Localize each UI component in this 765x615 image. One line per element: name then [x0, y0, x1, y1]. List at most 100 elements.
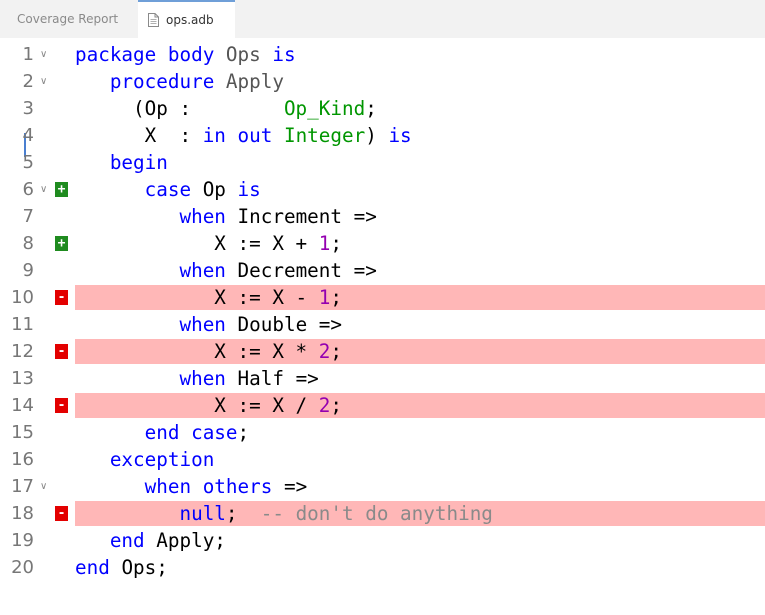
code-token: ; [225, 502, 261, 525]
code-text: case Op is [75, 176, 261, 203]
code-line[interactable]: 2 ∨ procedure Apply [0, 68, 765, 95]
line-number: 3 [22, 98, 34, 119]
code-token: exception [109, 448, 215, 471]
code-token: ; [330, 286, 342, 309]
code-token: 2 [318, 394, 331, 417]
fold-chevron-icon[interactable]: ∨ [40, 41, 47, 68]
line-number: 7 [22, 206, 34, 227]
code-token: when [179, 205, 238, 228]
fold-chevron-icon[interactable]: ∨ [40, 176, 47, 203]
code-line[interactable]: 5 begin [0, 149, 765, 176]
code-text: null; -- don't do anything [75, 500, 493, 527]
fold-chevron-icon[interactable]: ∨ [40, 473, 47, 500]
code-token: ; [365, 97, 377, 120]
tab-label: Coverage Report [17, 12, 119, 26]
uncovered-marker: - [55, 290, 68, 305]
line-number: 2 [22, 71, 34, 92]
code-text: X := X - 1; [75, 284, 342, 311]
uncovered-marker: - [55, 398, 68, 413]
covered-marker: + [55, 236, 68, 251]
code-line[interactable]: 16 exception [0, 446, 765, 473]
code-token: is [388, 124, 412, 147]
tab-coverage-report[interactable]: Coverage Report [0, 0, 138, 38]
code-line[interactable]: 6 ∨ + case Op is [0, 176, 765, 203]
line-number: 18 [11, 503, 34, 524]
code-editor[interactable]: 1 ∨ package body Ops is 2 ∨ procedure Apply 3… [0, 38, 765, 615]
code-token: Ops; [121, 556, 168, 579]
code-text: end Ops; [75, 554, 168, 581]
line-number: 14 [11, 395, 34, 416]
line-number: 16 [11, 449, 34, 470]
code-text: X := X * 2; [75, 338, 342, 365]
line-number: 13 [11, 368, 34, 389]
code-text: begin [75, 149, 168, 176]
line-number: 4 [22, 125, 34, 146]
code-token: Apply [225, 70, 284, 93]
code-line[interactable]: 9 when Decrement => [0, 257, 765, 284]
code-text: when Decrement => [75, 257, 377, 284]
line-number: 1 [22, 44, 34, 65]
code-token: -- don't do anything [260, 502, 493, 525]
code-token: end [109, 529, 157, 552]
code-token: is [272, 43, 296, 66]
code-text: end Apply; [75, 527, 226, 554]
code-token: 1 [318, 232, 331, 255]
code-text: procedure Apply [75, 68, 284, 95]
line-number: 10 [11, 287, 34, 308]
code-text: X := X + 1; [75, 230, 342, 257]
code-line[interactable]: 12 - X := X * 2; [0, 338, 765, 365]
code-line[interactable]: 14 - X := X / 2; [0, 392, 765, 419]
code-line[interactable]: 1 ∨ package body Ops is [0, 41, 765, 68]
code-token: when [179, 367, 238, 390]
code-line[interactable]: 10 - X := X - 1; [0, 284, 765, 311]
code-line[interactable]: 15 end case; [0, 419, 765, 446]
code-line[interactable]: 20 end Ops; [0, 554, 765, 581]
code-token: Op [202, 178, 238, 201]
code-token: in out [202, 124, 284, 147]
tab-ops-adb[interactable]: ops.adb [138, 0, 235, 38]
code-line[interactable]: 4 X : in out Integer) is [0, 122, 765, 149]
line-number: 8 [22, 233, 34, 254]
covered-marker: + [55, 182, 68, 197]
code-line[interactable]: 18 - null; -- don't do anything [0, 500, 765, 527]
code-token: Decrement => [237, 259, 377, 282]
line-number: 12 [11, 341, 34, 362]
code-text: end case; [75, 419, 249, 446]
code-token: package body [75, 43, 226, 66]
code-line[interactable]: 8 + X := X + 1; [0, 230, 765, 257]
line-number: 17 [11, 476, 34, 497]
code-line[interactable]: 17 ∨ when others => [0, 473, 765, 500]
code-token: when others [144, 475, 284, 498]
code-token: Increment => [237, 205, 377, 228]
code-line[interactable]: 11 when Double => [0, 311, 765, 338]
line-number: 20 [11, 557, 34, 578]
code-text: (Op : Op_Kind; [75, 95, 377, 122]
line-number: 19 [11, 530, 34, 551]
code-text: X := X / 2; [75, 392, 342, 419]
code-token: is [237, 178, 261, 201]
code-token: Ops [225, 43, 273, 66]
code-token: 2 [318, 340, 331, 363]
code-token: ; [237, 421, 250, 444]
code-line[interactable]: 7 when Increment => [0, 203, 765, 230]
code-text: when Double => [75, 311, 342, 338]
line-number: 5 [22, 152, 34, 173]
code-line[interactable]: 3 (Op : Op_Kind; [0, 95, 765, 122]
code-text: when Increment => [75, 203, 377, 230]
fold-chevron-icon[interactable]: ∨ [40, 68, 47, 95]
code-line[interactable]: 19 end Apply; [0, 527, 765, 554]
code-token: Op_Kind [283, 97, 366, 120]
code-token: ; [330, 394, 342, 417]
uncovered-marker: - [55, 506, 68, 521]
code-text: exception [75, 446, 214, 473]
file-icon [148, 13, 159, 27]
code-token: ) [365, 124, 389, 147]
code-token: ; [330, 232, 342, 255]
code-token: case [144, 178, 203, 201]
code-line[interactable]: 13 when Half => [0, 365, 765, 392]
code-token: Integer [283, 124, 366, 147]
